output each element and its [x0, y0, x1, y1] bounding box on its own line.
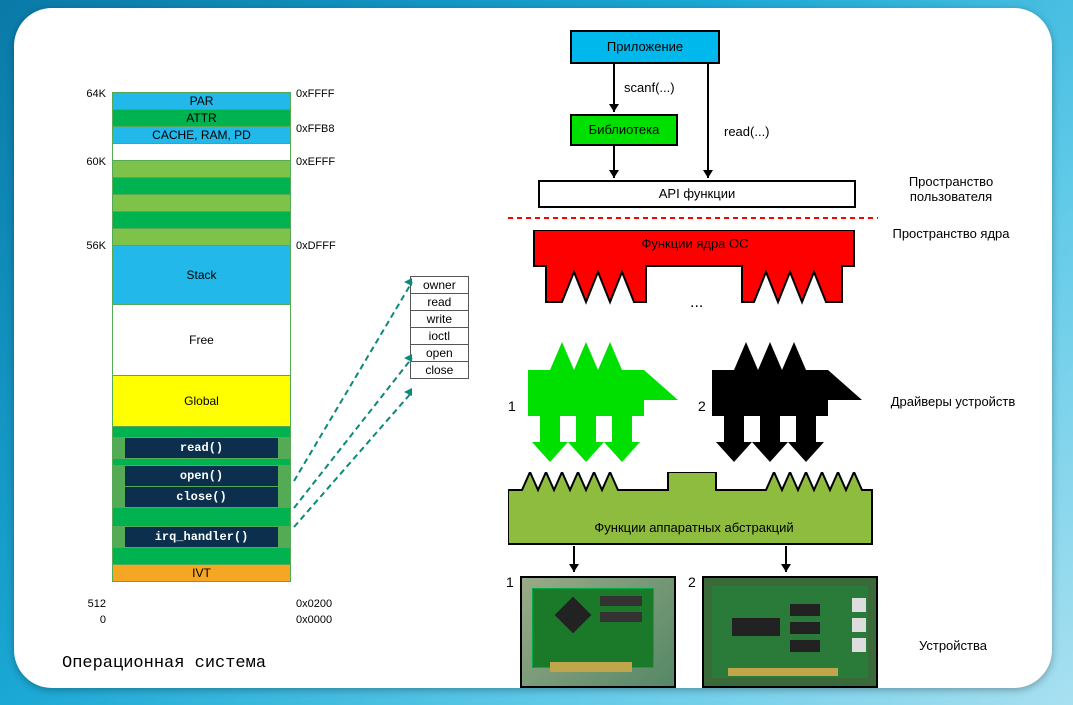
mem-row [113, 427, 290, 438]
devices-label: Устройства [878, 638, 1028, 653]
addr-left: 0 [60, 614, 106, 626]
struct-table: ownerreadwriteioctlopenclose [410, 276, 469, 379]
device1-image [520, 576, 676, 688]
mem-row [113, 144, 290, 161]
device2-image [702, 576, 878, 688]
userspace-label: Пространство пользователя [876, 174, 1026, 204]
addr-right: 0xDFFF [296, 240, 336, 252]
struct-field: open [411, 345, 468, 362]
mem-row [113, 195, 290, 212]
read-label: read(...) [724, 124, 770, 139]
addr-right: 0xEFFF [296, 156, 335, 168]
dots: ... [690, 294, 703, 312]
mem-row [113, 229, 290, 246]
struct-field: close [411, 362, 468, 378]
mem-row [113, 459, 290, 466]
mem-row: close() [113, 487, 290, 508]
mem-row: IVT [113, 565, 290, 581]
api-box: API функции [538, 180, 856, 208]
driver1-shape [528, 342, 690, 464]
kernspace-label: Пространство ядра [876, 226, 1026, 241]
hal-label: Функции аппаратных абстракций [534, 520, 854, 535]
struct-field: ioctl [411, 328, 468, 345]
addr-right: 0xFFFF [296, 88, 335, 100]
driver2-num: 2 [698, 398, 706, 414]
dev1-num: 1 [506, 574, 514, 590]
mem-row: CACHE, RAM, PD [113, 127, 290, 144]
mem-row: Free [113, 305, 290, 376]
drivers-label: Драйверы устройств [878, 394, 1028, 409]
mem-row [113, 161, 290, 178]
hal-shape [508, 472, 880, 548]
mem-row: irq_handler() [113, 527, 290, 548]
addr-right: 0x0200 [296, 598, 332, 610]
library-box: Библиотека [570, 114, 678, 146]
dev2-num: 2 [688, 574, 696, 590]
mem-row: read() [113, 438, 290, 459]
addr-right: 0x0000 [296, 614, 332, 626]
mem-row [113, 548, 290, 565]
struct-field: owner [411, 277, 468, 294]
addr-left: 64K [60, 88, 106, 100]
driver1-num: 1 [508, 398, 516, 414]
mem-row [113, 212, 290, 229]
kernel-label: Функции ядра ОС [588, 236, 802, 251]
mem-row: PAR [113, 93, 290, 110]
addr-right: 0xFFB8 [296, 123, 335, 135]
app-box: Приложение [570, 30, 720, 64]
mem-row: open() [113, 466, 290, 487]
mem-row: ATTR [113, 110, 290, 127]
scanf-label: scanf(...) [624, 80, 675, 95]
mem-row: Global [113, 376, 290, 427]
struct-field: read [411, 294, 468, 311]
memory-map: PARATTRCACHE, RAM, PD StackFreeGlobal read… [112, 92, 291, 582]
mem-row [113, 508, 290, 527]
addr-left: 56K [60, 240, 106, 252]
struct-field: write [411, 311, 468, 328]
os-title: Операционная система [62, 654, 266, 673]
addr-left: 60K [60, 156, 106, 168]
mem-row: Stack [113, 246, 290, 305]
addr-left: 512 [60, 598, 106, 610]
main-panel: PARATTRCACHE, RAM, PD StackFreeGlobal read… [14, 8, 1052, 688]
mem-row [113, 178, 290, 195]
driver2-shape [712, 342, 874, 464]
